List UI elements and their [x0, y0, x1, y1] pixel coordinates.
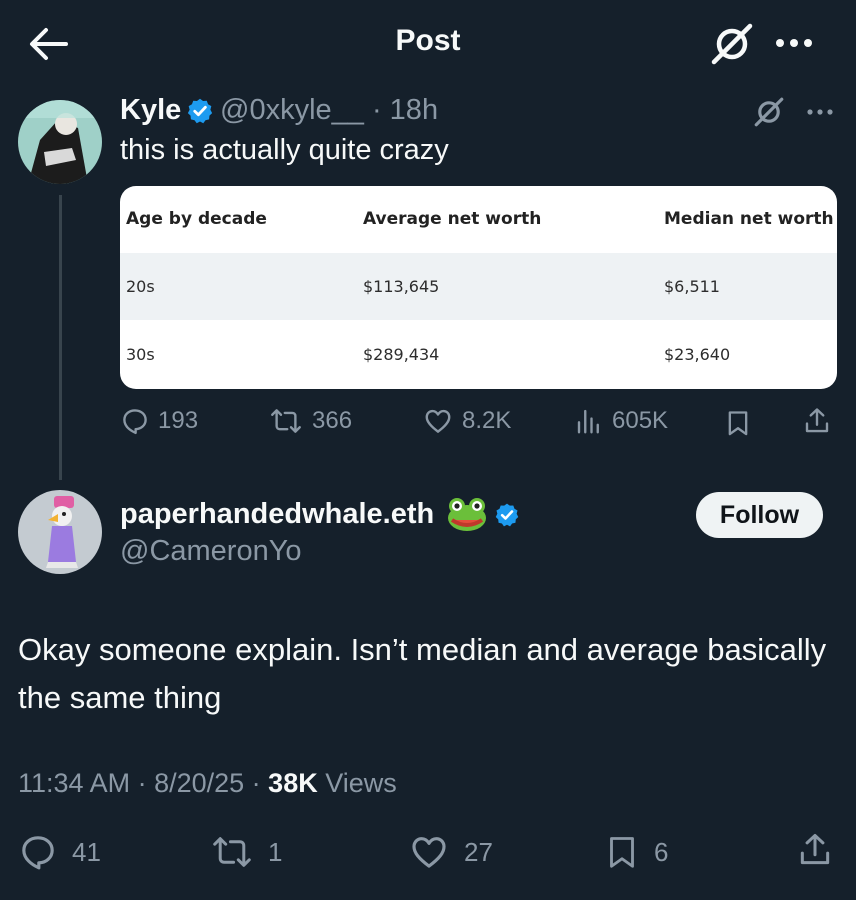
- reply-icon: [22, 836, 54, 870]
- views-count: 605K: [612, 407, 669, 434]
- share-icon: [805, 408, 829, 433]
- heart-icon: [412, 837, 446, 868]
- views-label: Views: [325, 768, 397, 798]
- author-avatar[interactable]: [18, 490, 102, 574]
- views-chart-icon: [577, 409, 599, 434]
- share-button[interactable]: [796, 830, 834, 870]
- thread-connector: [59, 195, 62, 480]
- avatar-image: [18, 100, 102, 184]
- views-count[interactable]: 38K: [268, 768, 318, 798]
- post-metadata: 11:34 AM · 8/20/25 · 38K Views: [18, 768, 397, 798]
- share-icon: [800, 833, 830, 865]
- reply-icon: [123, 409, 147, 435]
- verified-badge-icon: [186, 97, 214, 125]
- post-date: 8/20/25: [154, 768, 245, 798]
- kyle-avatar[interactable]: [18, 100, 102, 184]
- bookmark-count: 6: [654, 836, 669, 867]
- quoted-grok-button[interactable]: [752, 96, 786, 128]
- author-name[interactable]: paperhandedwhale.eth: [120, 498, 434, 531]
- repost-button[interactable]: 1: [210, 832, 282, 872]
- avatar-image: [18, 490, 102, 574]
- table-cell: $6,511: [664, 277, 720, 296]
- bookmark-button[interactable]: 6: [604, 832, 668, 872]
- frog-emoji-icon: [446, 496, 488, 532]
- quoted-share-button[interactable]: [802, 406, 832, 436]
- repost-count: 1: [268, 836, 283, 867]
- net-worth-table-image[interactable]: Age by decade Average net worth Median n…: [120, 186, 837, 389]
- grok-button[interactable]: [708, 22, 756, 66]
- repost-icon: [213, 837, 251, 867]
- bookmark-icon: [610, 837, 634, 868]
- bookmark-icon: [728, 411, 748, 436]
- more-dots-icon: [776, 39, 812, 47]
- table-header-cell: Average net worth: [363, 209, 542, 229]
- more-options-button[interactable]: [770, 28, 818, 58]
- table-cell: $289,434: [363, 345, 440, 364]
- like-button[interactable]: 27: [408, 832, 493, 872]
- more-dots-icon: [807, 109, 833, 115]
- heart-icon: [425, 409, 451, 433]
- quoted-author-name[interactable]: Kyle: [120, 94, 181, 127]
- quoted-bookmark-button[interactable]: [724, 408, 752, 438]
- follow-button[interactable]: Follow: [696, 492, 823, 538]
- table-row: 30s $289,434 $23,640: [120, 321, 837, 388]
- post-text: Okay someone explain. Isn’t median and a…: [18, 632, 827, 715]
- quoted-handle-and-time: @0xkyle__ · 18h: [220, 94, 438, 127]
- grok-icon: [711, 23, 753, 65]
- quoted-post-text: this is actually quite crazy: [120, 134, 449, 166]
- repost-icon: [271, 409, 301, 433]
- quoted-handle[interactable]: @0xkyle__: [220, 94, 364, 126]
- table-header-cell: Median net worth: [664, 209, 834, 229]
- quoted-reply-button[interactable]: 193: [120, 406, 198, 436]
- reply-button[interactable]: 41: [18, 832, 101, 872]
- grok-icon: [754, 97, 784, 127]
- quoted-repost-button[interactable]: 366: [268, 406, 352, 436]
- reply-count: 193: [158, 407, 199, 434]
- table-header-row: Age by decade Average net worth Median n…: [120, 186, 837, 253]
- quoted-more-button[interactable]: [804, 104, 836, 120]
- verified-badge-icon: [494, 502, 520, 528]
- table-cell: 30s: [126, 345, 155, 364]
- post-time: 11:34 AM: [18, 768, 131, 798]
- table-row: 20s $113,645 $6,511: [120, 253, 837, 320]
- table-cell: $113,645: [363, 277, 440, 296]
- quoted-time: · 18h: [371, 94, 439, 126]
- like-count: 27: [464, 836, 493, 867]
- author-handle[interactable]: @CameronYo: [120, 535, 302, 568]
- quoted-like-button[interactable]: 8.2K: [422, 406, 511, 436]
- like-count: 8.2K: [462, 407, 512, 434]
- table-cell: $23,640: [664, 345, 731, 364]
- quoted-views-button[interactable]: 605K: [574, 406, 668, 436]
- table-header-cell: Age by decade: [126, 209, 267, 229]
- repost-count: 366: [312, 407, 353, 434]
- table-cell: 20s: [126, 277, 155, 296]
- reply-count: 41: [72, 836, 101, 867]
